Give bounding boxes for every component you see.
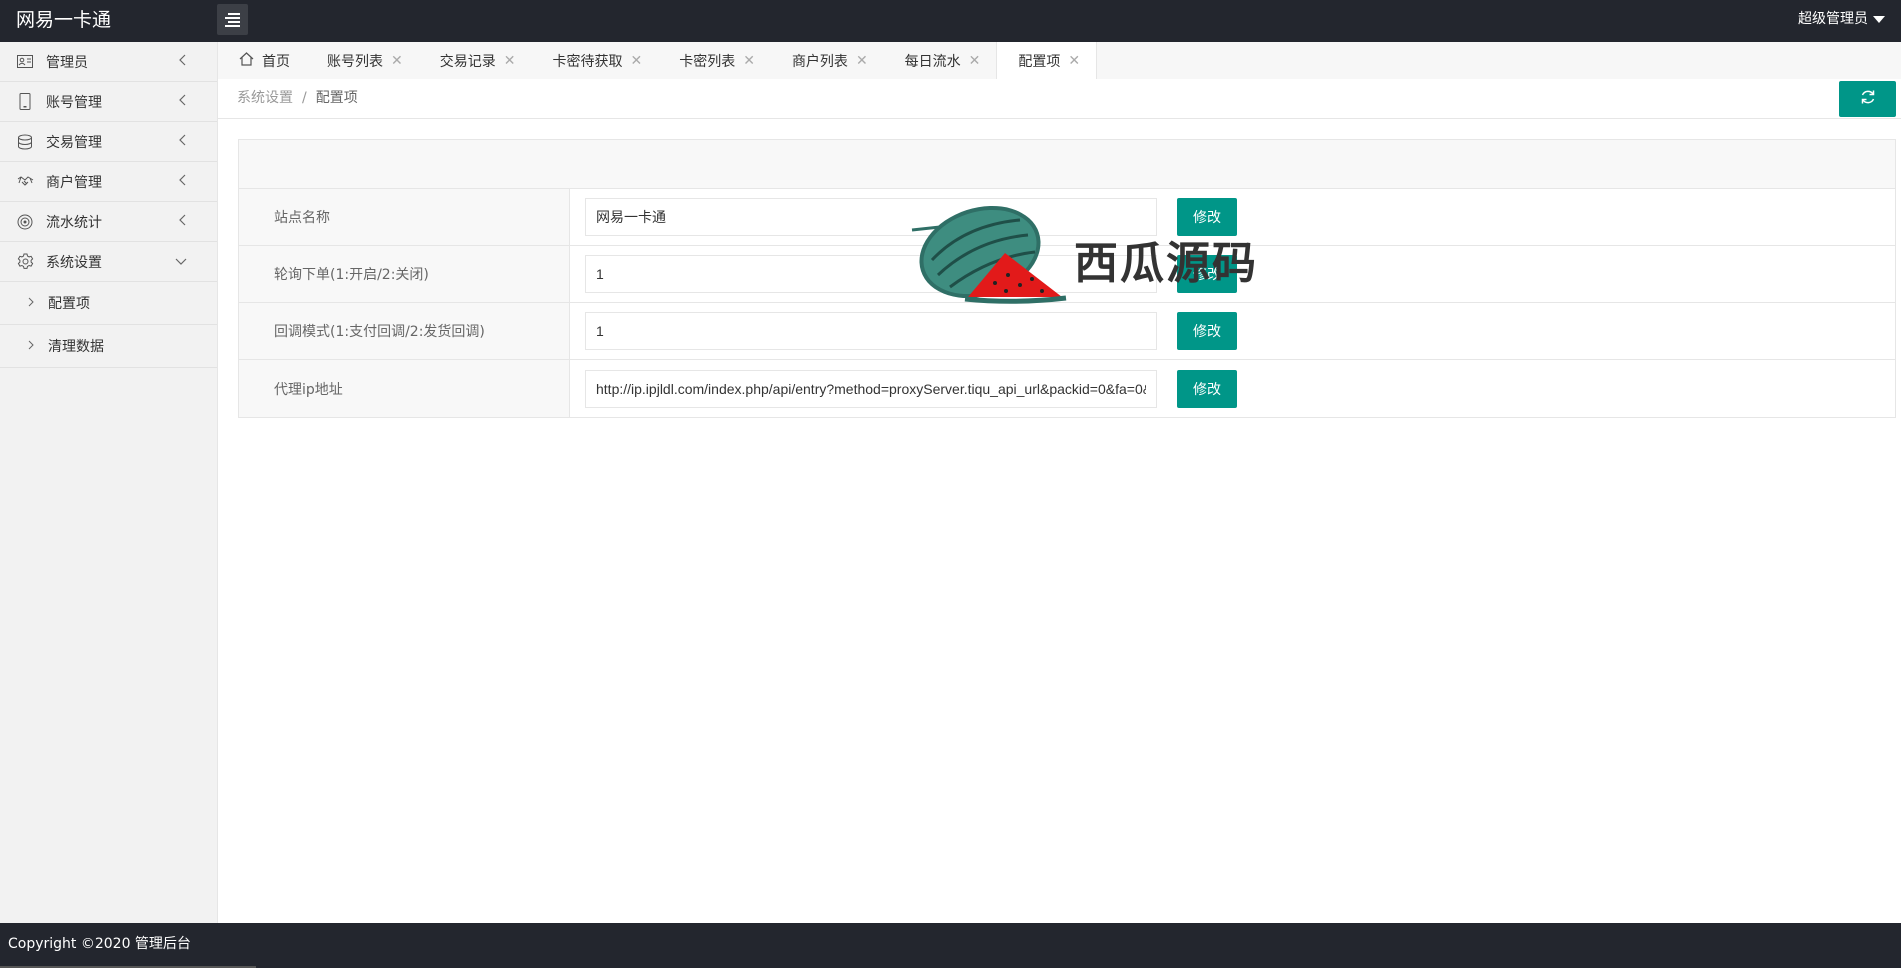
tab-card-list[interactable]: 卡密列表 ✕ [658, 42, 771, 79]
database-icon [16, 133, 34, 151]
chevron-right-icon [28, 295, 34, 311]
tab-home[interactable]: 首页 [218, 42, 306, 79]
breadcrumb-current: 配置项 [315, 90, 358, 106]
sidebar-item-merchants[interactable]: 商户管理 [0, 162, 217, 202]
caret-down-icon [1873, 15, 1885, 23]
config-label: 代理ip地址 [239, 360, 570, 417]
tab-label: 商户列表 [791, 53, 848, 70]
tab-config[interactable]: 配置项 ✕ [996, 42, 1098, 80]
tab-label: 交易记录 [439, 53, 496, 70]
tab-bar: 首页 账号列表 ✕ 交易记录 ✕ 卡密待获取 ✕ 卡密列表 ✕ 商户列表 ✕ 每… [218, 42, 1901, 80]
sidebar-item-label: 管理员 [46, 54, 88, 71]
sidebar: 管理员 账号管理 交易管理 商户管理 流水统计 系统设置 配置项 清理数据 [0, 42, 218, 923]
close-icon[interactable]: ✕ [630, 53, 642, 69]
config-table: 站点名称 修改 轮询下单(1:开启/2:关闭) 修改 回调模式(1:支付回调/2… [238, 139, 1896, 418]
site-name-input[interactable] [585, 198, 1157, 236]
sidebar-item-settings[interactable]: 系统设置 [0, 242, 217, 282]
tab-label: 每日流水 [904, 53, 961, 70]
config-value-cell: 修改 [570, 360, 1895, 417]
menu-toggle-button[interactable] [217, 4, 248, 35]
chevron-left-icon [179, 134, 187, 150]
close-icon[interactable]: ✕ [1068, 53, 1080, 69]
copyright-text: Copyright ©2020 管理后台 [8, 936, 191, 952]
breadcrumb-parent[interactable]: 系统设置 [237, 90, 293, 106]
close-icon[interactable]: ✕ [391, 53, 403, 69]
sidebar-item-admin[interactable]: 管理员 [0, 42, 217, 82]
polling-input[interactable] [585, 255, 1157, 293]
breadcrumb-bar: 系统设置 / 配置项 [218, 79, 1901, 119]
chevron-right-icon [28, 338, 34, 354]
config-row-site-name: 站点名称 修改 [239, 189, 1895, 246]
breadcrumb-separator: / [302, 90, 307, 106]
sidebar-subitem-clear-data[interactable]: 清理数据 [0, 325, 217, 368]
sidebar-item-accounts[interactable]: 账号管理 [0, 82, 217, 122]
tab-trade-records[interactable]: 交易记录 ✕ [419, 42, 532, 79]
tab-card-pending[interactable]: 卡密待获取 ✕ [531, 42, 658, 79]
sidebar-item-label: 账号管理 [46, 94, 102, 111]
refresh-icon [1860, 89, 1876, 109]
config-row-proxy-ip: 代理ip地址 修改 [239, 360, 1895, 417]
tab-daily-flow[interactable]: 每日流水 ✕ [884, 42, 997, 79]
user-menu[interactable]: 超级管理员 [1798, 0, 1885, 38]
id-card-icon [16, 53, 34, 71]
chevron-left-icon [179, 214, 187, 230]
modify-button[interactable]: 修改 [1177, 255, 1237, 293]
footer: Copyright ©2020 管理后台 [0, 923, 1901, 968]
config-row-callback-mode: 回调模式(1:支付回调/2:发货回调) 修改 [239, 303, 1895, 360]
chevron-down-icon [175, 254, 187, 270]
sidebar-item-statistics[interactable]: 流水统计 [0, 202, 217, 242]
sidebar-item-label: 系统设置 [46, 254, 102, 271]
config-value-cell: 修改 [570, 189, 1895, 245]
gear-icon [16, 253, 34, 271]
close-icon[interactable]: ✕ [969, 53, 981, 69]
tab-account-list[interactable]: 账号列表 ✕ [306, 42, 419, 79]
chevron-left-icon [179, 94, 187, 110]
config-label: 站点名称 [239, 189, 570, 245]
top-header: 网易一卡通 超级管理员 [0, 0, 1901, 42]
user-name: 超级管理员 [1798, 11, 1868, 27]
close-icon[interactable]: ✕ [743, 53, 755, 69]
proxy-ip-input[interactable] [585, 369, 1157, 408]
sidebar-item-label: 交易管理 [46, 134, 102, 151]
handshake-icon [16, 173, 34, 191]
sidebar-subitem-label: 清理数据 [48, 339, 104, 355]
mobile-icon [16, 93, 34, 111]
target-icon [16, 213, 34, 231]
tab-merchant-list[interactable]: 商户列表 ✕ [771, 42, 884, 79]
tab-label: 卡密列表 [679, 53, 736, 70]
sidebar-subitem-config[interactable]: 配置项 [0, 282, 217, 325]
close-icon[interactable]: ✕ [504, 53, 516, 69]
modify-button[interactable]: 修改 [1177, 312, 1237, 350]
sidebar-subitem-label: 配置项 [48, 296, 90, 312]
home-icon [239, 51, 254, 70]
modify-button[interactable]: 修改 [1177, 369, 1237, 408]
config-row-polling: 轮询下单(1:开启/2:关闭) 修改 [239, 246, 1895, 303]
sidebar-item-label: 商户管理 [46, 174, 102, 191]
refresh-button[interactable] [1839, 81, 1896, 117]
modify-button[interactable]: 修改 [1177, 198, 1237, 236]
chevron-left-icon [179, 174, 187, 190]
config-value-cell: 修改 [570, 246, 1895, 302]
sidebar-item-trades[interactable]: 交易管理 [0, 122, 217, 162]
breadcrumb: 系统设置 / 配置项 [237, 79, 358, 118]
chevron-left-icon [179, 54, 187, 70]
config-value-cell: 修改 [570, 303, 1895, 359]
config-label: 回调模式(1:支付回调/2:发货回调) [239, 303, 570, 359]
sidebar-item-label: 流水统计 [46, 214, 102, 231]
close-icon[interactable]: ✕ [856, 53, 868, 69]
tab-label: 首页 [262, 53, 290, 70]
tab-label: 配置项 [1018, 54, 1061, 70]
tab-label: 账号列表 [327, 53, 383, 70]
config-table-header [239, 140, 1895, 189]
callback-mode-input[interactable] [585, 312, 1157, 350]
tab-label: 卡密待获取 [552, 53, 623, 70]
app-title: 网易一卡通 [16, 9, 112, 31]
config-label: 轮询下单(1:开启/2:关闭) [239, 246, 570, 302]
